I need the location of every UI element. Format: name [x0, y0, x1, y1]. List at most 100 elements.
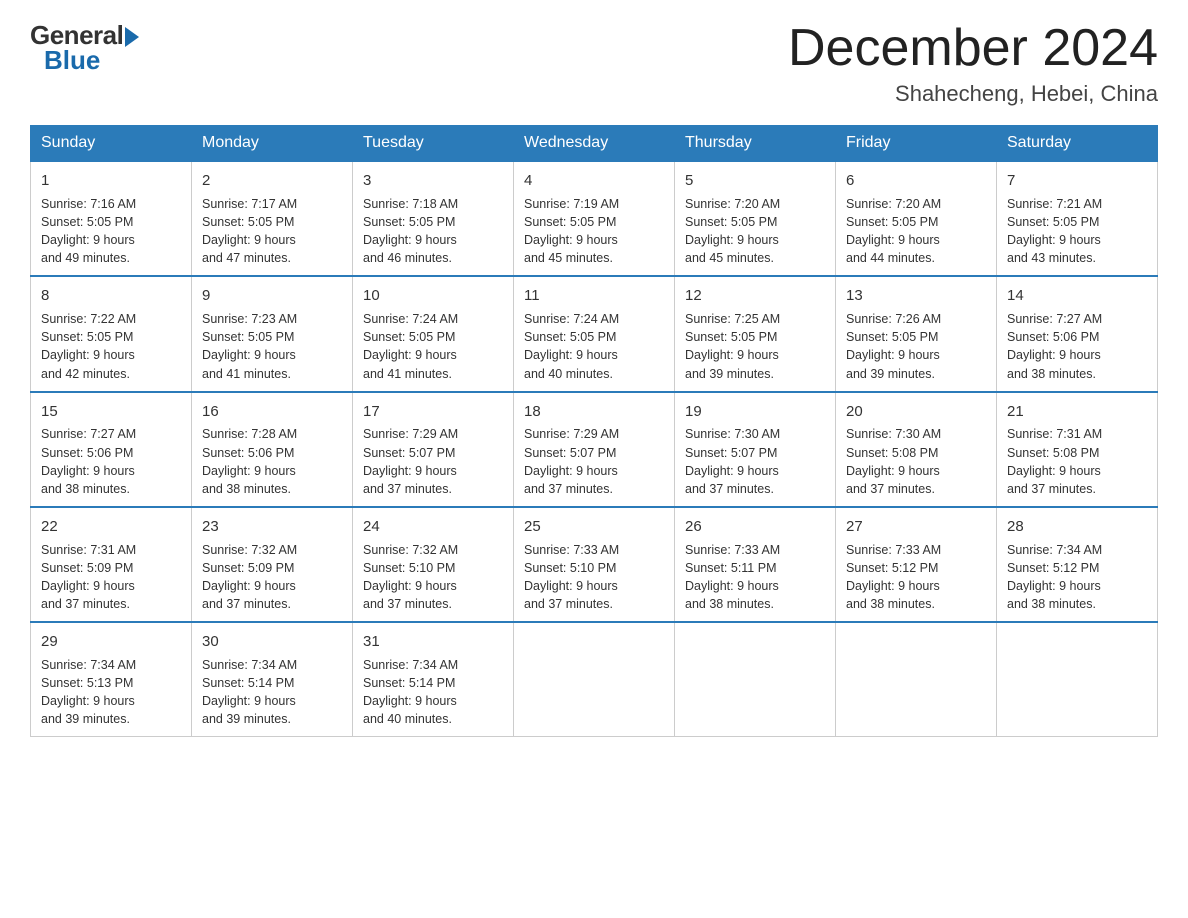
day-number: 21: [1007, 401, 1147, 423]
cell-info: Sunrise: 7:29 AMSunset: 5:07 PMDaylight:…: [524, 425, 664, 498]
day-number: 13: [846, 285, 986, 307]
cell-info: Sunrise: 7:33 AMSunset: 5:11 PMDaylight:…: [685, 541, 825, 614]
day-number: 18: [524, 401, 664, 423]
day-number: 6: [846, 170, 986, 192]
header-wednesday: Wednesday: [514, 126, 675, 162]
cell-info: Sunrise: 7:17 AMSunset: 5:05 PMDaylight:…: [202, 195, 342, 268]
cell-info: Sunrise: 7:30 AMSunset: 5:08 PMDaylight:…: [846, 425, 986, 498]
cell-info: Sunrise: 7:24 AMSunset: 5:05 PMDaylight:…: [524, 310, 664, 383]
day-number: 10: [363, 285, 503, 307]
location-text: Shahecheng, Hebei, China: [788, 81, 1158, 107]
day-number: 4: [524, 170, 664, 192]
calendar-cell: 7Sunrise: 7:21 AMSunset: 5:05 PMDaylight…: [997, 161, 1158, 276]
header-tuesday: Tuesday: [353, 126, 514, 162]
day-number: 15: [41, 401, 181, 423]
day-number: 19: [685, 401, 825, 423]
calendar-cell: 20Sunrise: 7:30 AMSunset: 5:08 PMDayligh…: [836, 392, 997, 507]
calendar-cell: 3 Sunrise: 7:18 AMSunset: 5:05 PMDaylight…: [353, 161, 514, 276]
day-number: 23: [202, 516, 342, 538]
calendar-cell: 9 Sunrise: 7:23 AMSunset: 5:05 PMDaylight…: [192, 276, 353, 391]
cell-info: Sunrise: 7:22 AMSunset: 5:05 PMDaylight:…: [41, 310, 181, 383]
calendar-cell: 14 Sunrise: 7:27 AMSunset: 5:06 PMDayligh…: [997, 276, 1158, 391]
calendar-cell: 21Sunrise: 7:31 AMSunset: 5:08 PMDayligh…: [997, 392, 1158, 507]
day-number: 12: [685, 285, 825, 307]
calendar-cell: 12 Sunrise: 7:25 AMSunset: 5:05 PMDayligh…: [675, 276, 836, 391]
cell-info: Sunrise: 7:32 AMSunset: 5:10 PMDaylight:…: [363, 541, 503, 614]
calendar-week-row: 22 Sunrise: 7:31 AMSunset: 5:09 PMDayligh…: [31, 507, 1158, 622]
cell-info: Sunrise: 7:25 AMSunset: 5:05 PMDaylight:…: [685, 310, 825, 383]
calendar-cell: 30Sunrise: 7:34 AMSunset: 5:14 PMDayligh…: [192, 622, 353, 737]
cell-info: Sunrise: 7:31 AMSunset: 5:08 PMDaylight:…: [1007, 425, 1147, 498]
day-number: 8: [41, 285, 181, 307]
calendar-cell: 19Sunrise: 7:30 AMSunset: 5:07 PMDayligh…: [675, 392, 836, 507]
cell-info: Sunrise: 7:34 AMSunset: 5:14 PMDaylight:…: [363, 656, 503, 729]
cell-info: Sunrise: 7:28 AMSunset: 5:06 PMDaylight:…: [202, 425, 342, 498]
calendar-cell: [997, 622, 1158, 737]
calendar-cell: 24 Sunrise: 7:32 AMSunset: 5:10 PMDayligh…: [353, 507, 514, 622]
cell-info: Sunrise: 7:26 AMSunset: 5:05 PMDaylight:…: [846, 310, 986, 383]
calendar-cell: 28 Sunrise: 7:34 AMSunset: 5:12 PMDayligh…: [997, 507, 1158, 622]
day-number: 2: [202, 170, 342, 192]
calendar-cell: 27 Sunrise: 7:33 AMSunset: 5:12 PMDayligh…: [836, 507, 997, 622]
cell-info: Sunrise: 7:29 AMSunset: 5:07 PMDaylight:…: [363, 425, 503, 498]
calendar-cell: 13 Sunrise: 7:26 AMSunset: 5:05 PMDayligh…: [836, 276, 997, 391]
cell-info: Sunrise: 7:16 AMSunset: 5:05 PMDaylight:…: [41, 195, 181, 268]
cell-info: Sunrise: 7:23 AMSunset: 5:05 PMDaylight:…: [202, 310, 342, 383]
day-number: 20: [846, 401, 986, 423]
cell-info: Sunrise: 7:27 AMSunset: 5:06 PMDaylight:…: [41, 425, 181, 498]
calendar-header-row: SundayMondayTuesdayWednesdayThursdayFrid…: [31, 126, 1158, 162]
title-block: December 2024 Shahecheng, Hebei, China: [788, 20, 1158, 107]
logo-arrow-icon: [125, 27, 139, 47]
header-friday: Friday: [836, 126, 997, 162]
cell-info: Sunrise: 7:18 AMSunset: 5:05 PMDaylight:…: [363, 195, 503, 268]
logo: General Blue: [30, 20, 139, 76]
calendar-cell: [514, 622, 675, 737]
cell-info: Sunrise: 7:20 AMSunset: 5:05 PMDaylight:…: [846, 195, 986, 268]
cell-info: Sunrise: 7:24 AMSunset: 5:05 PMDaylight:…: [363, 310, 503, 383]
cell-info: Sunrise: 7:30 AMSunset: 5:07 PMDaylight:…: [685, 425, 825, 498]
calendar-cell: 25Sunrise: 7:33 AMSunset: 5:10 PMDayligh…: [514, 507, 675, 622]
day-number: 11: [524, 285, 664, 307]
calendar-week-row: 8 Sunrise: 7:22 AMSunset: 5:05 PMDaylight…: [31, 276, 1158, 391]
day-number: 22: [41, 516, 181, 538]
day-number: 27: [846, 516, 986, 538]
calendar-cell: 6 Sunrise: 7:20 AMSunset: 5:05 PMDaylight…: [836, 161, 997, 276]
calendar-cell: [675, 622, 836, 737]
calendar-cell: 29Sunrise: 7:34 AMSunset: 5:13 PMDayligh…: [31, 622, 192, 737]
calendar-cell: 1 Sunrise: 7:16 AMSunset: 5:05 PMDaylight…: [31, 161, 192, 276]
day-number: 9: [202, 285, 342, 307]
calendar-cell: [836, 622, 997, 737]
day-number: 25: [524, 516, 664, 538]
day-number: 5: [685, 170, 825, 192]
cell-info: Sunrise: 7:20 AMSunset: 5:05 PMDaylight:…: [685, 195, 825, 268]
header-sunday: Sunday: [31, 126, 192, 162]
cell-info: Sunrise: 7:33 AMSunset: 5:12 PMDaylight:…: [846, 541, 986, 614]
cell-info: Sunrise: 7:31 AMSunset: 5:09 PMDaylight:…: [41, 541, 181, 614]
day-number: 30: [202, 631, 342, 653]
header-thursday: Thursday: [675, 126, 836, 162]
calendar-cell: 22 Sunrise: 7:31 AMSunset: 5:09 PMDayligh…: [31, 507, 192, 622]
calendar-cell: 15Sunrise: 7:27 AMSunset: 5:06 PMDayligh…: [31, 392, 192, 507]
header-saturday: Saturday: [997, 126, 1158, 162]
day-number: 3: [363, 170, 503, 192]
calendar-week-row: 15Sunrise: 7:27 AMSunset: 5:06 PMDayligh…: [31, 392, 1158, 507]
calendar-cell: 17Sunrise: 7:29 AMSunset: 5:07 PMDayligh…: [353, 392, 514, 507]
calendar-table: SundayMondayTuesdayWednesdayThursdayFrid…: [30, 125, 1158, 737]
day-number: 14: [1007, 285, 1147, 307]
day-number: 17: [363, 401, 503, 423]
page-header: General Blue December 2024 Shahecheng, H…: [30, 20, 1158, 107]
calendar-cell: 31Sunrise: 7:34 AMSunset: 5:14 PMDayligh…: [353, 622, 514, 737]
day-number: 1: [41, 170, 181, 192]
calendar-cell: 23Sunrise: 7:32 AMSunset: 5:09 PMDayligh…: [192, 507, 353, 622]
calendar-week-row: 1 Sunrise: 7:16 AMSunset: 5:05 PMDaylight…: [31, 161, 1158, 276]
logo-blue-text: Blue: [44, 45, 100, 76]
cell-info: Sunrise: 7:34 AMSunset: 5:13 PMDaylight:…: [41, 656, 181, 729]
calendar-cell: 16Sunrise: 7:28 AMSunset: 5:06 PMDayligh…: [192, 392, 353, 507]
day-number: 24: [363, 516, 503, 538]
cell-info: Sunrise: 7:34 AMSunset: 5:12 PMDaylight:…: [1007, 541, 1147, 614]
cell-info: Sunrise: 7:19 AMSunset: 5:05 PMDaylight:…: [524, 195, 664, 268]
day-number: 26: [685, 516, 825, 538]
calendar-cell: 10 Sunrise: 7:24 AMSunset: 5:05 PMDayligh…: [353, 276, 514, 391]
cell-info: Sunrise: 7:27 AMSunset: 5:06 PMDaylight:…: [1007, 310, 1147, 383]
day-number: 28: [1007, 516, 1147, 538]
